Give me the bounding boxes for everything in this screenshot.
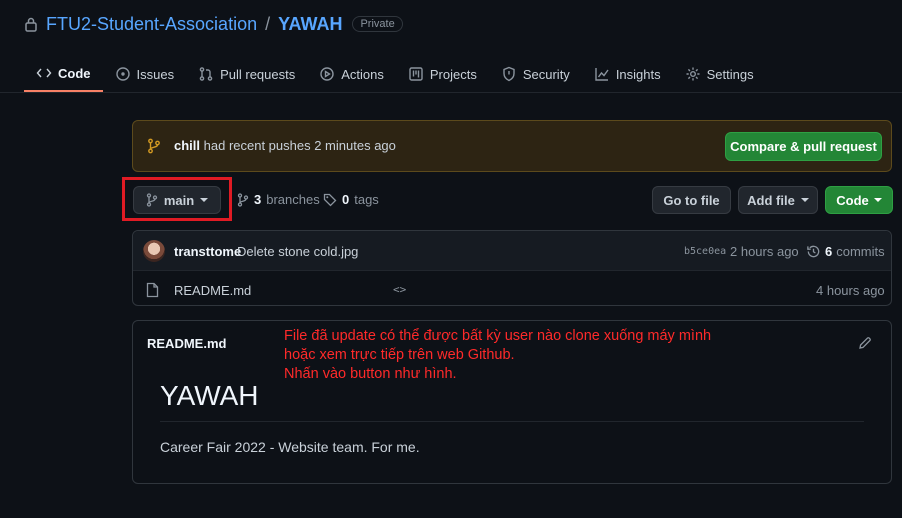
readme-heading: YAWAH bbox=[160, 380, 259, 411]
issue-icon bbox=[115, 66, 131, 82]
annotation-line: Nhấn vào button như hình. bbox=[284, 366, 457, 382]
code-icon bbox=[36, 65, 52, 81]
tab-insights[interactable]: Insights bbox=[582, 56, 673, 92]
repo-header: FTU2-Student-Association / YAWAH Private bbox=[24, 12, 403, 36]
branch-icon bbox=[237, 192, 249, 207]
commit-sha[interactable]: b5ce0ea bbox=[684, 246, 726, 257]
tag-icon bbox=[323, 193, 337, 207]
play-icon bbox=[319, 66, 335, 82]
commits-history-link[interactable]: 6 commits bbox=[806, 244, 885, 259]
recent-push-branch[interactable]: chill bbox=[174, 138, 200, 153]
annotation-line: File đã update có thể được bất kỳ user n… bbox=[284, 328, 712, 344]
gear-icon bbox=[685, 66, 701, 82]
branches-link[interactable]: 3 branches bbox=[237, 192, 320, 207]
graph-icon bbox=[594, 66, 610, 82]
tab-label: Pull requests bbox=[220, 66, 296, 82]
branch-icon bbox=[146, 193, 158, 207]
branch-name: main bbox=[163, 192, 195, 208]
compare-pull-request-button[interactable]: Compare & pull request bbox=[725, 132, 882, 161]
tab-label: Issues bbox=[136, 66, 175, 82]
tab-label: Settings bbox=[706, 66, 754, 82]
commit-message[interactable]: Delete stone cold.jpg bbox=[237, 244, 358, 259]
tab-label: Code bbox=[58, 65, 91, 81]
tab-pull-requests[interactable]: Pull requests bbox=[186, 56, 307, 92]
readme-label[interactable]: README.md bbox=[147, 336, 226, 351]
go-to-file-button[interactable]: Go to file bbox=[652, 186, 731, 214]
pencil-icon[interactable] bbox=[858, 336, 872, 350]
recent-push-text: chill had recent pushes 2 minutes ago bbox=[174, 138, 396, 153]
recent-push-message: had recent pushes 2 minutes ago bbox=[203, 138, 396, 153]
branches-label: branches bbox=[266, 192, 320, 207]
commit-author[interactable]: transttome bbox=[174, 244, 241, 259]
tab-code[interactable]: Code bbox=[24, 56, 103, 92]
commit-time: 2 hours ago bbox=[730, 244, 799, 259]
tab-label: Security bbox=[522, 66, 570, 82]
code-download-button[interactable]: Code bbox=[825, 186, 893, 214]
add-file-label: Add file bbox=[747, 192, 795, 208]
tab-label: Insights bbox=[615, 66, 661, 82]
commits-label: commits bbox=[836, 244, 885, 259]
repo-nav-tabs: Code Issues Pull requests Actions Projec… bbox=[24, 56, 766, 92]
annotation-line: hoặc xem trực tiếp trên web Github. bbox=[284, 347, 515, 363]
history-icon bbox=[806, 244, 821, 259]
readme-divider bbox=[160, 421, 864, 422]
tab-actions[interactable]: Actions bbox=[307, 56, 396, 92]
avatar[interactable] bbox=[143, 240, 165, 262]
add-file-button[interactable]: Add file bbox=[738, 186, 818, 214]
readme-body: Career Fair 2022 - Website team. For me. bbox=[160, 439, 420, 455]
tags-link[interactable]: 0 tags bbox=[323, 192, 379, 207]
tab-label: Actions bbox=[341, 66, 384, 82]
tab-projects[interactable]: Projects bbox=[396, 56, 489, 92]
project-icon bbox=[408, 66, 424, 82]
tab-settings[interactable]: Settings bbox=[673, 56, 766, 92]
file-code-hint: <> bbox=[393, 283, 407, 296]
tags-count: 0 bbox=[342, 192, 350, 207]
tab-label: Projects bbox=[429, 66, 477, 82]
file-name-link[interactable]: README.md bbox=[174, 283, 251, 298]
visibility-badge: Private bbox=[352, 16, 403, 32]
file-time: 4 hours ago bbox=[816, 283, 885, 298]
commits-count: 6 bbox=[825, 244, 833, 259]
tags-label: tags bbox=[354, 192, 379, 207]
chevron-down-icon bbox=[800, 198, 809, 202]
branches-count: 3 bbox=[254, 192, 262, 207]
chevron-down-icon bbox=[873, 198, 882, 202]
annotation-note: File đã update có thể được bất kỳ user n… bbox=[284, 327, 711, 384]
file-icon bbox=[146, 282, 159, 298]
branch-icon bbox=[147, 138, 161, 154]
tab-security[interactable]: Security bbox=[489, 56, 582, 92]
pull-request-icon bbox=[198, 66, 214, 82]
tab-issues[interactable]: Issues bbox=[103, 56, 187, 92]
chevron-down-icon bbox=[200, 198, 209, 202]
repo-path-separator: / bbox=[265, 13, 271, 34]
lock-icon bbox=[24, 16, 38, 32]
shield-icon bbox=[501, 66, 517, 82]
branch-select-button[interactable]: main bbox=[133, 186, 221, 214]
code-button-label: Code bbox=[836, 192, 869, 208]
repo-name-link[interactable]: YAWAH bbox=[278, 14, 342, 35]
tabs-divider bbox=[0, 92, 902, 93]
repo-owner-link[interactable]: FTU2-Student-Association bbox=[46, 14, 257, 35]
